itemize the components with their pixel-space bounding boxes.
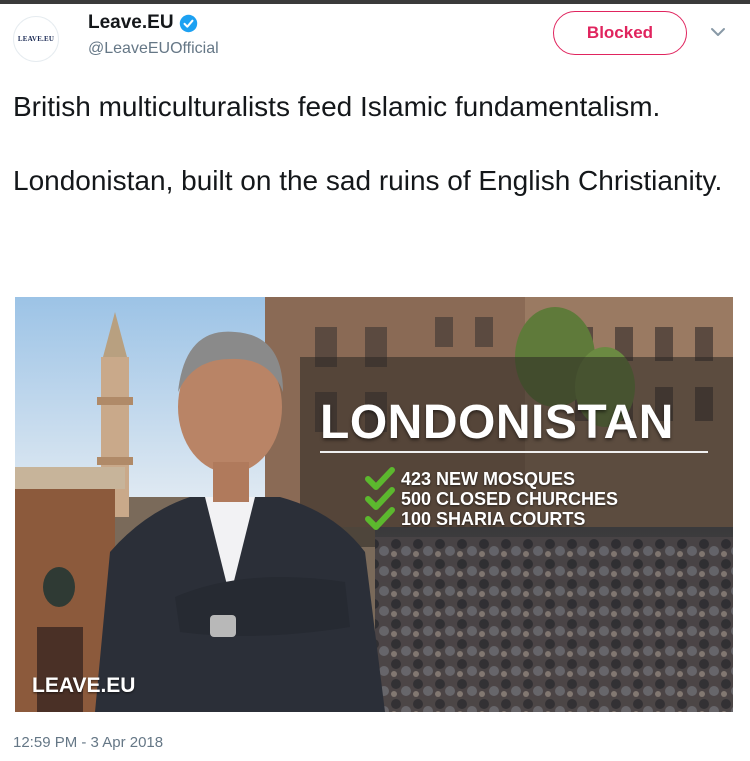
image-stat-line: 500 CLOSED CHURCHES [365,487,619,510]
headline-underline [320,451,708,453]
avatar-logo-text: LEAVE.EU [17,35,55,43]
tweet-timestamp[interactable]: 12:59 PM - 3 Apr 2018 [13,734,163,751]
image-stat-line: 100 SHARIA COURTS [365,507,586,530]
tweet-paragraph: British multiculturalists feed Islamic f… [13,91,661,122]
image-stat-line: 423 NEW MOSQUES [365,467,576,490]
window-top-edge [0,0,750,4]
author-name-row[interactable]: Leave.EU [88,10,198,36]
display-name[interactable]: Leave.EU [88,12,174,34]
image-watermark-logo: LEAVE.EU [32,674,136,697]
tweet-media-image[interactable]: LONDONISTAN 423 NEW MOSQUES 500 CLOSED C… [15,297,733,712]
stat-text: 100 SHARIA COURTS [401,508,586,529]
tweet-text: British multiculturalists feed Islamic f… [13,88,733,199]
chevron-down-icon[interactable] [710,26,726,38]
green-check-icon [365,507,395,530]
user-handle[interactable]: @LeaveEUOfficial [88,40,219,58]
stat-text: 423 NEW MOSQUES [401,468,576,489]
avatar[interactable]: LEAVE.EU [13,16,59,62]
blocked-button[interactable]: Blocked [553,11,687,55]
tweet-paragraph: Londonistan, built on the sad ruins of E… [13,165,723,196]
stat-text: 500 CLOSED CHURCHES [401,488,619,509]
image-headline: LONDONISTAN [320,396,674,449]
verified-badge-icon [179,14,197,32]
